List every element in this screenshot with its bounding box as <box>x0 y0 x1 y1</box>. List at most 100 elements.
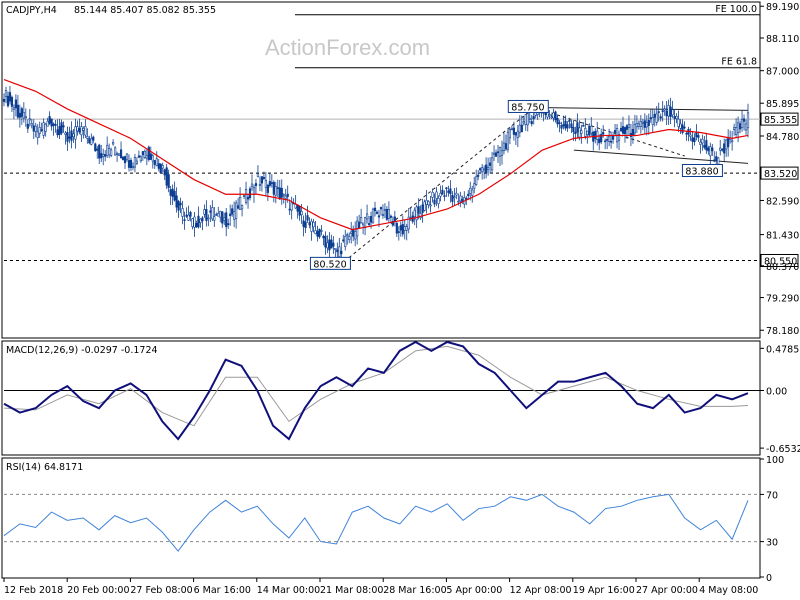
candle-body <box>367 223 371 225</box>
candle-body <box>479 168 482 171</box>
candle-body <box>38 127 41 134</box>
candle-body <box>58 126 61 135</box>
candle-body <box>137 155 141 158</box>
x-tick-label: 6 Mar 16:00 <box>194 585 251 596</box>
candle-body <box>671 109 674 116</box>
candle-body <box>127 160 131 168</box>
candle-body <box>72 133 75 138</box>
candle-body <box>373 207 377 211</box>
candle-body <box>209 210 212 213</box>
candle-body <box>330 239 333 249</box>
candle-body <box>631 128 635 136</box>
candle-body <box>385 208 389 220</box>
candle-body <box>129 159 133 169</box>
candle-body <box>88 138 91 144</box>
candle-body <box>520 124 523 133</box>
candle-body <box>431 191 434 198</box>
candle-body <box>78 128 81 133</box>
candle-body <box>498 146 502 157</box>
candle-body <box>175 195 178 208</box>
y-tick-label: 81.430 <box>766 231 799 242</box>
y-tick-label: 88.110 <box>766 34 799 45</box>
candle-body <box>193 216 196 228</box>
candle-body <box>149 153 152 160</box>
candle-body <box>197 215 200 228</box>
y-tick-label: 89.190 <box>766 2 799 13</box>
candle-body <box>326 242 329 249</box>
candle-body <box>223 217 226 221</box>
candle-body <box>449 188 452 195</box>
candle-body <box>659 116 662 119</box>
candle-body <box>580 130 583 134</box>
candle-body <box>661 110 664 113</box>
x-tick-label: 27 Apr 00:00 <box>636 585 698 596</box>
candle-body <box>417 206 420 214</box>
candle-body <box>602 132 605 135</box>
candle-body <box>383 209 387 211</box>
candle-body <box>427 201 430 206</box>
candle-body <box>588 125 591 136</box>
macd-y-tick-label: 0.4785 <box>766 344 799 355</box>
candle-body <box>106 145 109 156</box>
candle-body <box>441 189 444 195</box>
candle-body <box>256 173 260 178</box>
candle-body <box>4 90 8 98</box>
candle-body <box>238 197 242 210</box>
candle-body <box>102 154 105 157</box>
candle-body <box>84 126 87 136</box>
candle-body <box>28 118 31 121</box>
candle-body <box>697 135 700 138</box>
candle-body <box>151 155 154 162</box>
candle-body <box>465 198 468 200</box>
candle-body <box>691 137 694 142</box>
candle-body <box>163 169 166 176</box>
candle-body <box>594 131 597 139</box>
candle-body <box>677 118 680 127</box>
candle-body <box>60 122 63 134</box>
candle-body <box>298 205 301 216</box>
candle-body <box>457 200 460 203</box>
candle-body <box>665 110 668 117</box>
candle-body <box>179 202 182 206</box>
candle-body <box>338 246 341 257</box>
candle-body <box>738 123 742 130</box>
candle-body <box>486 166 490 170</box>
candle-body <box>14 99 18 109</box>
candle-body <box>290 202 293 211</box>
candle-body <box>395 222 398 234</box>
candle-body <box>742 118 746 122</box>
candle-body <box>227 223 230 226</box>
candle-body <box>635 123 638 128</box>
candle-body <box>685 132 688 135</box>
candle-body <box>532 116 535 120</box>
candle-body <box>377 215 381 218</box>
candle-body <box>104 154 107 157</box>
candle-body <box>360 217 363 224</box>
candle-body <box>379 207 383 210</box>
candle-body <box>477 174 480 177</box>
candle-body <box>90 138 93 145</box>
x-tick-label: 20 Feb 00:00 <box>67 585 129 596</box>
candle-body <box>201 217 204 222</box>
candle-body <box>439 192 442 197</box>
candle-body <box>314 230 317 234</box>
candle-body <box>260 176 264 184</box>
candle-body <box>237 205 240 209</box>
candle-body <box>526 113 529 126</box>
candle-body <box>375 211 379 214</box>
candle-body <box>516 130 519 138</box>
x-tick-label: 12 Apr 08:00 <box>510 585 572 596</box>
y-tick-label: 82.590 <box>766 196 799 207</box>
candle-body <box>344 236 347 247</box>
y-tick-label: 80.370 <box>766 262 799 273</box>
candle-body <box>66 132 69 142</box>
x-tick-label: 21 Mar 08:00 <box>320 585 383 596</box>
candle-body <box>354 231 357 240</box>
candle-body <box>576 122 579 133</box>
candle-body <box>608 135 611 142</box>
candle-body <box>12 107 16 110</box>
candle-body <box>262 177 266 179</box>
candle-body <box>16 104 19 118</box>
candle-body <box>560 125 563 129</box>
candle-body <box>645 122 648 128</box>
